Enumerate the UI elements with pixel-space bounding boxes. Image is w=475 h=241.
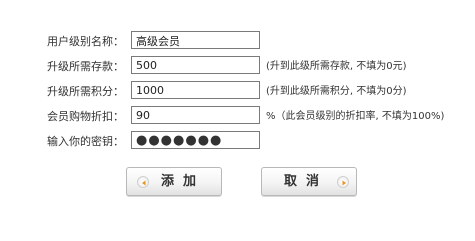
arrow-right-icon: [337, 176, 349, 188]
discount-input[interactable]: [131, 106, 260, 124]
cancel-button[interactable]: 取消: [261, 167, 357, 196]
level-name-label: 用户级别名称：: [47, 35, 124, 48]
form-row-level-name: 用户级别名称：: [0, 31, 475, 53]
required-points-label: 升级所需积分：: [47, 85, 124, 98]
level-name-input[interactable]: [131, 31, 260, 49]
form-row-required-points: 升级所需积分： (升到此级所需积分, 不填为0分): [0, 81, 475, 103]
form-row-discount: 会员购物折扣： %（此会员级别的折扣率, 不填为100%): [0, 106, 475, 128]
discount-label: 会员购物折扣：: [47, 110, 124, 123]
secret-key-label: 输入你的密钥：: [47, 135, 124, 148]
required-deposit-label: 升级所需存款：: [47, 60, 124, 73]
form-row-secret-key: 输入你的密钥：: [0, 131, 475, 153]
discount-hint: %（此会员级别的折扣率, 不填为100%): [266, 111, 445, 122]
add-button[interactable]: 添加: [126, 167, 222, 196]
add-button-label: 添加: [161, 174, 206, 189]
required-points-hint: (升到此级所需积分, 不填为0分): [266, 86, 407, 97]
required-points-input[interactable]: [131, 81, 260, 99]
form-row-required-deposit: 升级所需存款： (升到此级所需存款, 不填为0元): [0, 56, 475, 78]
cancel-button-label: 取消: [284, 174, 329, 189]
required-deposit-hint: (升到此级所需存款, 不填为0元): [266, 61, 407, 72]
secret-key-input[interactable]: [131, 131, 260, 149]
arrow-left-icon: [137, 176, 149, 188]
required-deposit-input[interactable]: [131, 56, 260, 74]
